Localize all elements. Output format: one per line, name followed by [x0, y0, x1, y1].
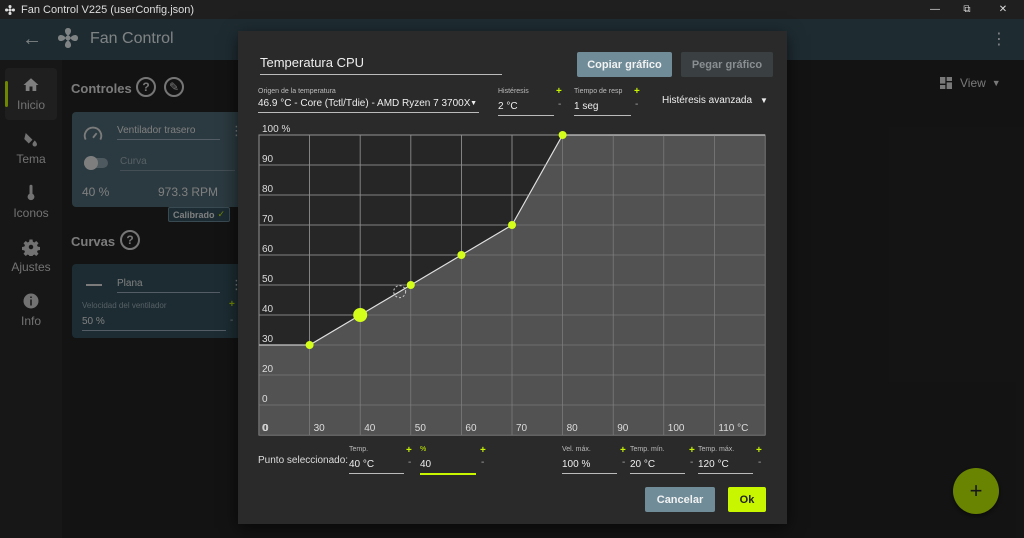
hysteresis-label: Histéresis — [498, 88, 529, 95]
curve-point[interactable] — [558, 131, 567, 139]
max-temp-increment[interactable]: + — [756, 445, 762, 456]
x-tick-label: 110 °C — [718, 423, 748, 434]
y-tick-label: 80 — [262, 184, 274, 195]
x-tick-label: 80 — [567, 423, 579, 434]
x-tick-label: 50 — [415, 423, 427, 434]
hysteresis-decrement[interactable]: - — [558, 99, 561, 110]
temp-label: Temp. — [349, 446, 369, 453]
cancel-button[interactable]: Cancelar — [645, 487, 715, 512]
hysteresis-field[interactable]: 2 °C — [498, 101, 554, 116]
y-tick-label: 70 — [262, 214, 274, 225]
curve-point[interactable] — [508, 221, 516, 229]
max-temp-field[interactable]: 120 °C — [698, 459, 753, 474]
window-title: Fan Control V225 (userConfig.json) — [21, 3, 195, 16]
advanced-hysteresis-dropdown[interactable]: Histéresis avanzada ▼ — [662, 95, 768, 106]
max-speed-label: Vel. máx. — [562, 446, 591, 453]
min-temp-increment[interactable]: + — [689, 445, 695, 456]
max-speed-decrement[interactable]: - — [622, 457, 625, 468]
max-temp-decrement[interactable]: - — [758, 457, 761, 468]
y-tick-label: 50 — [262, 274, 274, 285]
x-tick-label: 60 — [465, 423, 477, 434]
minimize-button[interactable]: — — [920, 0, 950, 19]
restore-button[interactable]: ⧉ — [952, 0, 982, 19]
y-tick-label: 90 — [262, 154, 274, 165]
temp-increment[interactable]: + — [406, 445, 412, 456]
curve-point[interactable] — [305, 341, 314, 349]
percent-field[interactable]: 40 — [420, 459, 476, 475]
y-tick-label: 100 % — [262, 124, 290, 135]
selected-point-label: Punto seleccionado: — [258, 455, 349, 466]
min-temp-label: Temp. mín. — [630, 446, 665, 453]
response-decrement[interactable]: - — [635, 99, 638, 110]
x-tick-label: 40 — [364, 423, 376, 434]
close-button[interactable]: ✕ — [988, 0, 1018, 19]
curve-title-field[interactable]: Temperatura CPU — [260, 55, 502, 75]
chevron-down-icon: ▼ — [760, 96, 768, 105]
response-label: Tiempo de resp — [574, 88, 623, 95]
min-temp-field[interactable]: 20 °C — [630, 459, 685, 474]
curve-point[interactable] — [457, 251, 466, 259]
copy-chart-button[interactable]: Copiar gráfico — [577, 52, 672, 77]
percent-label: % — [420, 446, 427, 453]
hysteresis-increment[interactable]: + — [556, 86, 562, 97]
y-tick-label: 40 — [262, 304, 274, 315]
advanced-hysteresis-label: Histéresis avanzada — [662, 95, 753, 106]
window-titlebar: Fan Control V225 (userConfig.json) — ⧉ ✕ — [0, 0, 1024, 19]
y-tick-label: 30 — [262, 334, 274, 345]
response-increment[interactable]: + — [634, 86, 640, 97]
chevron-down-icon: ▼ — [470, 100, 477, 107]
curve-editor-dialog: Temperatura CPU Copiar gráfico Pegar grá… — [238, 31, 787, 524]
source-value: 46.9 °C - Core (Tctl/Tdie) - AMD Ryzen 7… — [258, 98, 471, 109]
fan-curve-chart[interactable]: 0 30 40 50 60 70 80 90 100 110 °C 0 20 30 40 50 60 70 80 9… — [254, 120, 774, 440]
y-tick-label: 0 — [262, 423, 268, 434]
ok-button[interactable]: Ok — [728, 487, 766, 512]
max-speed-increment[interactable]: + — [620, 445, 626, 456]
y-tick-label: 0 — [262, 394, 268, 405]
x-tick-label: 70 — [516, 423, 528, 434]
y-tick-label: 20 — [262, 364, 274, 375]
percent-increment[interactable]: + — [480, 445, 486, 456]
source-select[interactable]: 46.9 °C - Core (Tctl/Tdie) - AMD Ryzen 7… — [258, 98, 479, 113]
max-temp-label: Temp. máx. — [698, 446, 735, 453]
response-field[interactable]: 1 seg — [574, 101, 631, 116]
min-temp-decrement[interactable]: - — [690, 457, 693, 468]
y-tick-label: 60 — [262, 244, 274, 255]
percent-decrement[interactable]: - — [481, 457, 484, 468]
temp-field[interactable]: 40 °C — [349, 459, 404, 474]
curve-point-selected[interactable] — [353, 308, 368, 322]
max-speed-field[interactable]: 100 % — [562, 459, 617, 474]
paste-chart-button: Pegar gráfico — [681, 52, 773, 77]
curve-point[interactable] — [406, 281, 415, 289]
fan-icon — [5, 4, 15, 15]
x-tick-label: 90 — [617, 423, 629, 434]
source-label: Origen de la temperatura — [258, 88, 336, 95]
x-tick-label: 30 — [314, 423, 326, 434]
temp-decrement[interactable]: - — [408, 457, 411, 468]
x-tick-label: 100 — [668, 423, 685, 434]
